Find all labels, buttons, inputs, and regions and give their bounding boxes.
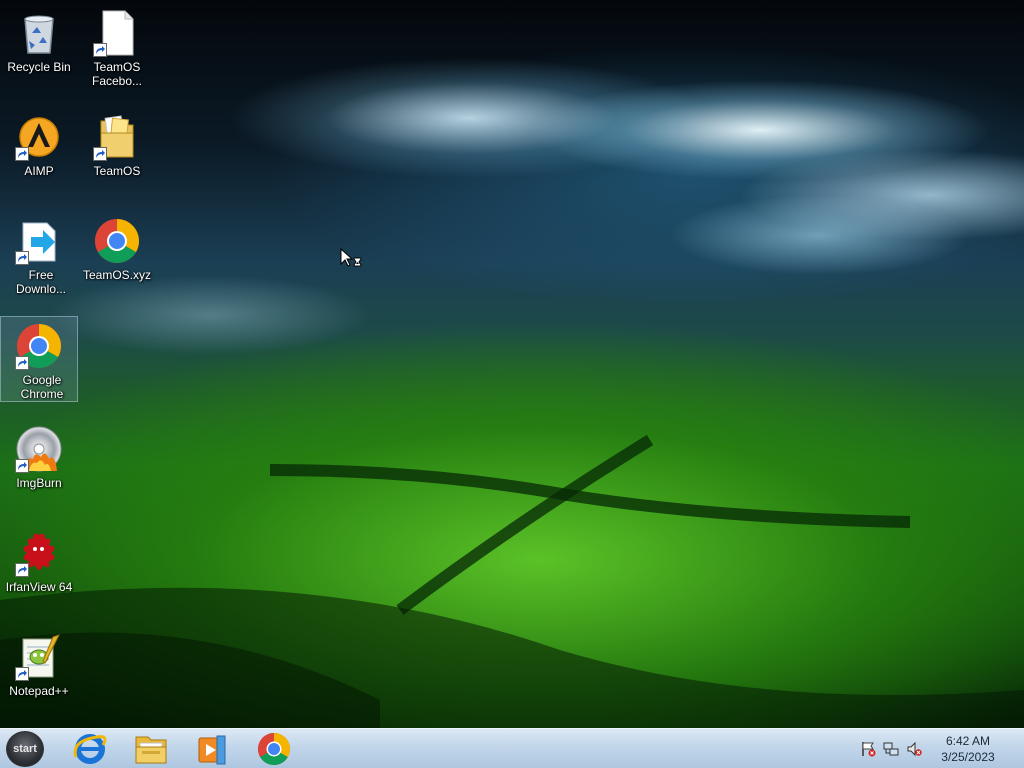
busy-cursor-icon (340, 247, 364, 272)
shortcut-arrow-icon (93, 43, 107, 57)
imgburn-disc-icon (15, 425, 63, 473)
desktop-icon-label: TeamOS Facebo... (91, 60, 143, 88)
desktop-icon-teamos-folder[interactable]: TeamOS (78, 108, 156, 200)
desktop-icon-label: Google Chrome (20, 373, 64, 401)
desktop-icon-label: ImgBurn (16, 476, 62, 490)
taskbar-file-explorer[interactable] (128, 731, 174, 767)
start-button[interactable]: start (6, 731, 44, 767)
network-icon[interactable] (883, 741, 899, 757)
action-center-flag-icon[interactable] (860, 741, 876, 757)
internet-explorer-icon (73, 734, 107, 764)
clock[interactable]: 6:42 AM 3/25/2023 (918, 733, 1018, 765)
desktop-icon-imgburn[interactable]: ImgBurn (0, 420, 78, 512)
shortcut-arrow-icon (15, 251, 29, 265)
desktop-icon-free-download-manager[interactable]: Free Downlo... (0, 212, 78, 304)
taskbar-google-chrome[interactable] (251, 731, 297, 767)
free-download-manager-icon (15, 217, 63, 265)
desktop-icon-notepad-plus-plus[interactable]: Notepad++ (0, 628, 78, 720)
desktop-icon-recycle-bin[interactable]: Recycle Bin (0, 4, 78, 96)
chrome-icon (15, 322, 63, 370)
desktop-icon-irfanview[interactable]: IrfanView 64 (0, 524, 78, 616)
desktop-icon-label: Free Downlo... (15, 268, 67, 296)
media-player-icon (198, 735, 226, 765)
desktop-icon-label: Recycle Bin (7, 60, 71, 74)
desktop-icon-label: TeamOS.xyz (82, 268, 151, 282)
notepad-plus-plus-icon (15, 633, 63, 681)
recycle-bin-icon (15, 9, 63, 57)
file-explorer-icon (135, 736, 167, 764)
shortcut-arrow-icon (15, 563, 29, 577)
taskbar-internet-explorer[interactable] (67, 731, 113, 767)
chrome-icon (257, 733, 291, 766)
shortcut-arrow-icon (93, 147, 107, 161)
clock-date: 3/25/2023 (941, 750, 995, 764)
desktop-icon-teamos-facebook[interactable]: TeamOS Facebo... (78, 4, 156, 96)
clock-time: 6:42 AM (945, 734, 991, 748)
shortcut-arrow-icon (15, 356, 29, 370)
shortcut-arrow-icon (15, 667, 29, 681)
desktop-icon-aimp[interactable]: AIMP (0, 108, 78, 200)
desktop-icon-label: AIMP (24, 164, 54, 178)
start-button-label: start (13, 743, 37, 755)
irfanview-icon (15, 529, 63, 577)
desktop-icon-label: TeamOS (93, 164, 141, 178)
chrome-icon (93, 217, 141, 265)
shortcut-arrow-icon (15, 459, 29, 473)
blank-document-icon (93, 9, 141, 57)
taskbar: start 6:42 AM 3/25/2023 (0, 728, 1024, 768)
desktop-icon-teamos-xyz[interactable]: TeamOS.xyz (78, 212, 156, 304)
desktop-icon-label: Notepad++ (9, 684, 69, 698)
taskbar-media-player[interactable] (189, 731, 235, 767)
shortcut-arrow-icon (15, 147, 29, 161)
desktop-icon-google-chrome[interactable]: Google Chrome (0, 316, 78, 402)
folder-icon (93, 113, 141, 161)
aimp-icon (15, 113, 63, 161)
desktop-icon-label: IrfanView 64 (5, 580, 73, 594)
